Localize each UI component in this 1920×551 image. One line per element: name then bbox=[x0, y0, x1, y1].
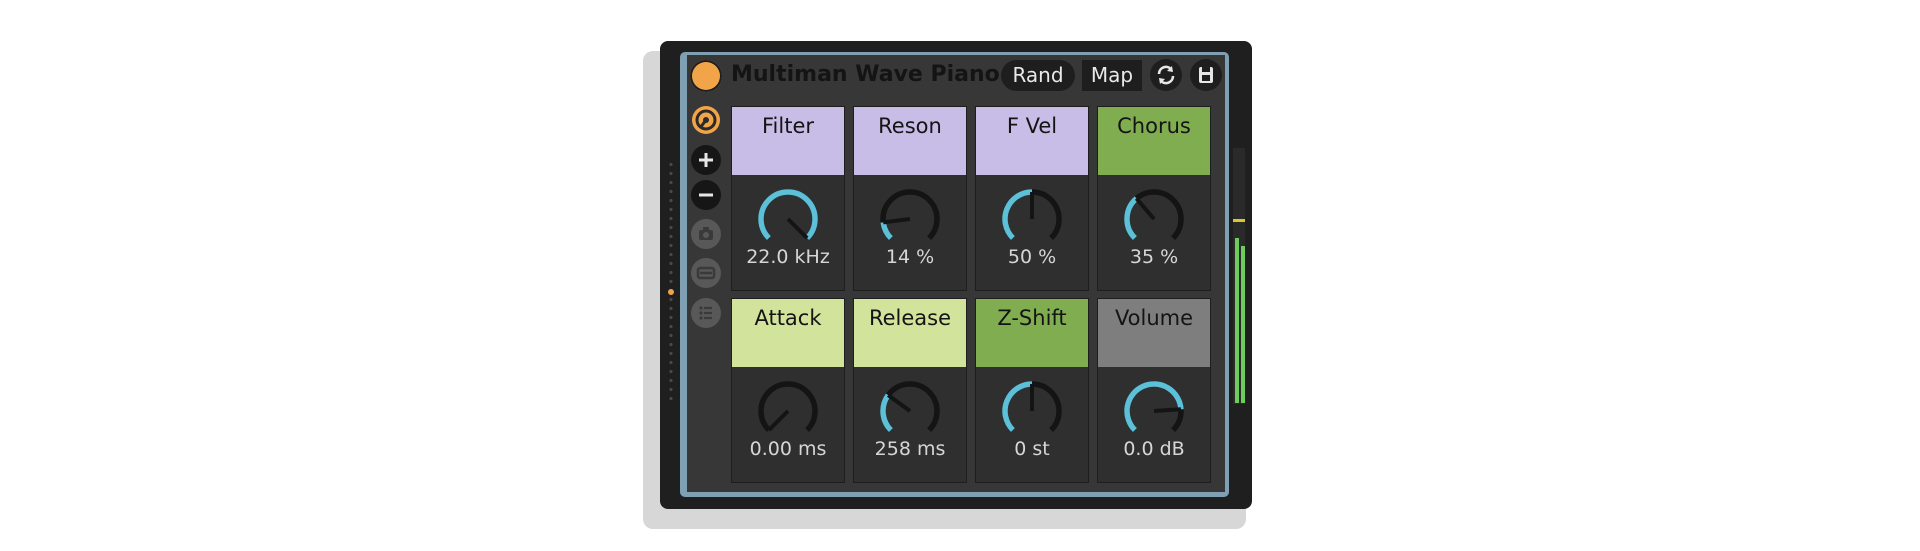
macro-value: 35 % bbox=[1129, 246, 1179, 268]
knob-track bbox=[880, 381, 940, 433]
macro-label[interactable]: Volume bbox=[1098, 299, 1210, 367]
refresh-icon bbox=[1157, 65, 1175, 85]
knob-value-arc bbox=[1002, 189, 1033, 241]
macro-label[interactable]: Filter bbox=[732, 107, 844, 175]
save-button[interactable] bbox=[1190, 59, 1222, 91]
knob-pointer bbox=[886, 393, 912, 413]
macro-value: 0.00 ms bbox=[749, 438, 827, 460]
save-icon bbox=[1199, 67, 1213, 83]
rand-button[interactable]: Rand bbox=[1001, 60, 1075, 91]
hot-swap-icon bbox=[692, 106, 720, 134]
meter-left-channel bbox=[1235, 238, 1239, 403]
power-icon[interactable] bbox=[690, 60, 722, 92]
knob-pointer bbox=[786, 217, 809, 240]
minus-icon bbox=[699, 193, 713, 197]
macro-value: 258 ms bbox=[874, 438, 946, 460]
camera-icon bbox=[699, 227, 713, 240]
macro-value: 0 st bbox=[1014, 438, 1050, 460]
macro-label[interactable]: Attack bbox=[732, 299, 844, 367]
macro-label[interactable]: Reson bbox=[854, 107, 966, 175]
macro-value: 22.0 kHz bbox=[746, 246, 830, 268]
macro-knob[interactable] bbox=[1000, 187, 1064, 251]
macro-value: 0.0 dB bbox=[1123, 438, 1185, 460]
macro-knob[interactable] bbox=[878, 187, 942, 251]
macro-attack[interactable]: Attack 0.00 ms bbox=[731, 298, 845, 483]
macro-knob[interactable] bbox=[756, 187, 820, 251]
knob-value-arc bbox=[758, 189, 818, 241]
knob-pointer bbox=[1153, 407, 1182, 413]
list-icon bbox=[699, 306, 712, 320]
knob-track bbox=[880, 189, 940, 241]
macro-chorus[interactable]: Chorus 35 % bbox=[1097, 106, 1211, 291]
refresh-button[interactable] bbox=[1150, 59, 1182, 91]
macro-knob[interactable] bbox=[1122, 187, 1186, 251]
variations-icon bbox=[696, 266, 716, 280]
macro-knob[interactable] bbox=[1000, 379, 1064, 443]
drag-grip[interactable] bbox=[668, 160, 674, 403]
snapshot-button[interactable] bbox=[691, 219, 721, 249]
macro-label[interactable]: F Vel bbox=[976, 107, 1088, 175]
macro-label[interactable]: Z-Shift bbox=[976, 299, 1088, 367]
knob-pointer bbox=[767, 409, 790, 432]
grip-indicator bbox=[668, 289, 674, 295]
macro-volume[interactable]: Volume 0.0 dB bbox=[1097, 298, 1211, 483]
hot-swap-button[interactable] bbox=[691, 105, 721, 135]
knob-pointer bbox=[882, 217, 911, 225]
macro-f-vel[interactable]: F Vel 50 % bbox=[975, 106, 1089, 291]
macro-value: 14 % bbox=[885, 246, 935, 268]
macro-filter[interactable]: Filter 22.0 kHz bbox=[731, 106, 845, 291]
variations-button[interactable] bbox=[691, 258, 721, 288]
knob-value-arc bbox=[1002, 381, 1033, 433]
macro-label[interactable]: Release bbox=[854, 299, 966, 367]
meter-peak-marker bbox=[1233, 219, 1245, 222]
macro-z-shift[interactable]: Z-Shift 0 st bbox=[975, 298, 1089, 483]
knob-value-arc bbox=[1124, 196, 1139, 241]
plus-icon bbox=[699, 153, 713, 167]
macro-label[interactable]: Chorus bbox=[1098, 107, 1210, 175]
add-macro-button[interactable] bbox=[691, 145, 721, 175]
macro-knob[interactable] bbox=[756, 379, 820, 443]
meter-right-channel bbox=[1241, 246, 1245, 403]
knob-value-arc bbox=[1124, 381, 1184, 433]
knob-value-arc bbox=[880, 393, 893, 433]
device-title[interactable]: Multiman Wave Piano bbox=[731, 59, 1000, 91]
knob-value-arc bbox=[880, 221, 893, 241]
macro-knob[interactable] bbox=[1122, 379, 1186, 443]
list-button[interactable] bbox=[691, 298, 721, 328]
macro-knob[interactable] bbox=[878, 379, 942, 443]
macro-release[interactable]: Release 258 ms bbox=[853, 298, 967, 483]
macro-reson[interactable]: Reson 14 % bbox=[853, 106, 967, 291]
remove-macro-button[interactable] bbox=[691, 180, 721, 210]
knob-track bbox=[758, 381, 818, 433]
map-button[interactable]: Map bbox=[1082, 60, 1142, 91]
knob-pointer bbox=[1134, 197, 1156, 221]
macro-value: 50 % bbox=[1007, 246, 1057, 268]
